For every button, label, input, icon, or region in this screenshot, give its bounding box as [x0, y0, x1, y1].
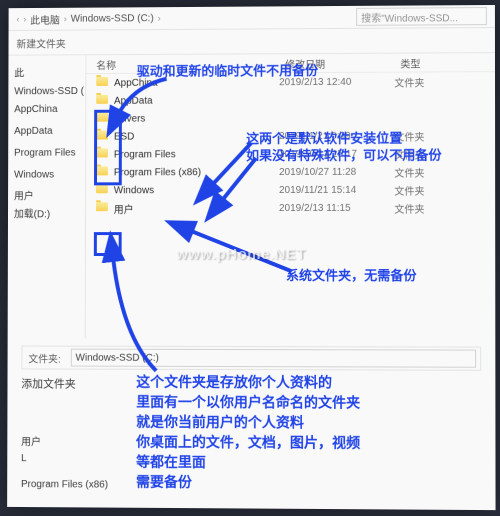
column-date[interactable]: 修改日期	[285, 55, 400, 71]
path-input[interactable]: Windows-SSD (C:)	[71, 349, 477, 368]
path-input-bar: 文件夹: Windows-SSD (C:)	[21, 346, 481, 371]
folder-icon	[94, 149, 110, 161]
folder-row[interactable]: AppData	[86, 90, 495, 110]
folder-icon	[94, 131, 110, 143]
path-label: 文件夹:	[22, 350, 66, 365]
folder-icon	[94, 113, 110, 125]
folder-row[interactable]: Windows 2019/11/21 15:14 文件夹	[86, 181, 495, 200]
address-bar: ‹ › 此电脑 › Windows-SSD (C:) › 搜索"Windows-…	[9, 5, 495, 31]
folder-row[interactable]: ESD 2019/11/21 0:39 文件夹	[86, 126, 495, 145]
folder-icon	[94, 202, 110, 214]
breadcrumb-item[interactable]: 此电脑	[30, 11, 60, 26]
folder-row[interactable]: Program Files 2019/10/13 15:17 文件夹	[86, 144, 495, 163]
folder-icon	[94, 77, 110, 89]
sidebar-item[interactable]: AppChina	[8, 101, 85, 119]
search-input[interactable]: 搜索"Windows-SSD...	[356, 7, 487, 26]
chevron-icon: ‹	[16, 14, 19, 24]
breadcrumb-item[interactable]: Windows-SSD (C:)	[71, 13, 154, 24]
list-item[interactable]: 用户	[21, 435, 108, 451]
list-item[interactable]: Program Files (x86)	[21, 477, 108, 494]
sidebar-item[interactable]: Windows	[8, 166, 85, 184]
column-header: 名称 修改日期 类型	[86, 53, 495, 74]
chevron-right-icon: ›	[158, 13, 161, 23]
folder-row[interactable]: Program Files (x86) 2019/10/27 11:28 文件夹	[86, 162, 495, 181]
section-title: 添加文件夹	[21, 375, 481, 393]
column-name[interactable]: 名称	[86, 56, 285, 72]
chevron-right-icon: ›	[64, 14, 67, 24]
sidebar-item[interactable]: Program Files	[8, 145, 85, 163]
list-item[interactable]: L	[21, 451, 108, 467]
chevron-icon: ›	[23, 14, 26, 24]
sidebar-item[interactable]: 加载(D:)	[8, 206, 85, 224]
folder-icon	[94, 166, 110, 178]
folder-icon	[94, 184, 110, 196]
nav-sidebar: 此 Windows-SSD ( AppChina AppData Program…	[8, 55, 87, 338]
folder-row[interactable]: 用户 2019/2/13 11:15 文件夹	[86, 199, 495, 218]
toolbar: 新建文件夹	[8, 28, 494, 56]
folder-row[interactable]: Drivers	[86, 108, 495, 127]
new-folder-button[interactable]: 新建文件夹	[16, 35, 65, 50]
sidebar-item[interactable]: 此	[8, 65, 85, 83]
column-type[interactable]: 类型	[400, 55, 495, 71]
folder-icon	[94, 95, 110, 107]
folder-row[interactable]: AppChina 2019/2/13 12:40 文件夹	[86, 72, 495, 92]
sidebar-item[interactable]: Windows-SSD (	[8, 83, 85, 101]
breadcrumb[interactable]: ‹ › 此电脑 › Windows-SSD (C:) ›	[16, 9, 356, 26]
sidebar-item[interactable]: 用户	[8, 188, 85, 206]
file-list-area: 名称 修改日期 类型 AppChina 2019/2/13 12:40 文件夹 …	[86, 53, 496, 339]
sidebar-item[interactable]: AppData	[8, 123, 85, 141]
